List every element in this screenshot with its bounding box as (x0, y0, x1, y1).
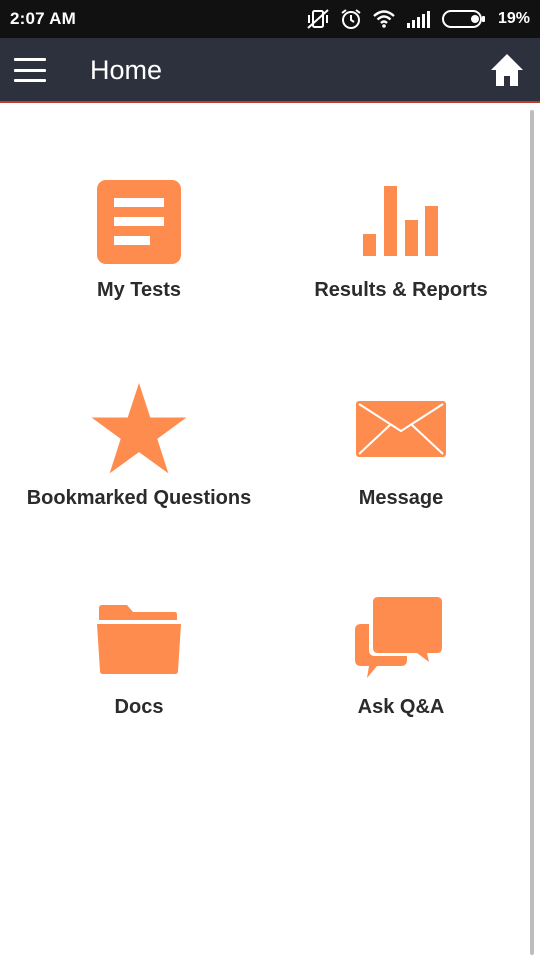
tile-bookmarked-questions[interactable]: Bookmarked Questions (4, 383, 274, 583)
hamburger-menu-icon[interactable] (14, 58, 46, 82)
battery-icon (441, 10, 485, 28)
bar-chart-icon (363, 186, 438, 256)
tile-my-tests[interactable]: My Tests (4, 178, 274, 378)
status-bar: 2:07 AM 19% (0, 0, 540, 38)
signal-icon (406, 11, 430, 28)
vibrate-off-icon (307, 9, 329, 29)
tile-label: Ask Q&A (357, 696, 445, 718)
status-time: 2:07 AM (10, 9, 76, 28)
tile-docs[interactable]: Docs (4, 598, 274, 798)
tile-label: Bookmarked Questions (26, 487, 252, 509)
tile-label: My Tests (96, 279, 182, 301)
alarm-icon (341, 9, 361, 29)
tile-label: Message (358, 487, 444, 509)
status-icons: 19% (306, 8, 530, 30)
envelope-icon (356, 401, 446, 457)
document-icon (97, 180, 181, 264)
tile-message[interactable]: Message (266, 383, 536, 583)
wifi-icon (373, 10, 395, 28)
star-icon (91, 383, 187, 474)
app-bar: Home (0, 38, 540, 103)
tile-label: Results & Reports (314, 279, 488, 301)
scrollbar[interactable] (530, 110, 534, 955)
battery-percentage: 19% (497, 10, 530, 27)
tile-label: Docs (114, 696, 164, 718)
page-title: Home (90, 55, 163, 85)
tile-results-reports[interactable]: Results & Reports (266, 178, 536, 378)
tile-ask-qa[interactable]: Ask Q&A (266, 594, 536, 798)
home-grid: My Tests Results & Reports Bookmarked Qu… (0, 103, 540, 960)
chat-bubbles-icon (355, 594, 445, 678)
home-icon[interactable] (489, 52, 525, 88)
folder-icon (97, 605, 181, 674)
